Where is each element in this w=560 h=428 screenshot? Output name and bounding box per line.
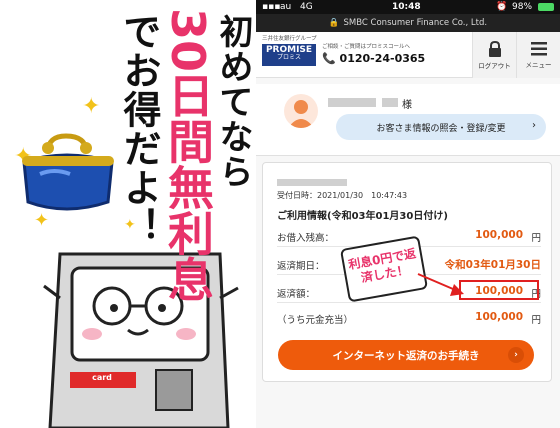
customer-info-label: お客さま情報の照会・登録/変更 <box>376 123 506 134</box>
row-label: 返済額： <box>277 289 316 300</box>
user-icon <box>288 100 314 128</box>
menu-label: メニュー <box>525 60 552 69</box>
phone-icon: 📞 <box>322 52 336 65</box>
clock: 10:48 <box>392 2 421 12</box>
signal-icon: ▪▪▪ <box>262 2 281 12</box>
logout-button[interactable]: ログアウト <box>472 32 516 78</box>
blurred-text <box>277 179 347 186</box>
promo-text-line-1: でお得だよ！ <box>117 12 161 246</box>
phone-screen: ▪▪▪ au 4G 10:48 ⏰ 98% 🔒 SMBC Consumer Fi… <box>256 0 560 428</box>
row-unit: 円 <box>531 315 541 326</box>
sparkle-icon: ✦ <box>82 94 101 119</box>
repayment-button-label: インターネット返済のお手続き <box>332 349 480 362</box>
blurred-name <box>382 98 398 107</box>
lock-icon <box>488 40 501 57</box>
receipt-datetime: 受付日時：2021/01/30 10:47:43 <box>277 191 408 200</box>
menu-button[interactable]: メニュー <box>516 32 560 78</box>
chevron-right-icon: › <box>508 347 524 363</box>
phone-number[interactable]: 📞 0120-24-0365 <box>322 52 425 65</box>
lock-icon: 🔒 <box>328 18 340 28</box>
promise-logo[interactable]: PROMISE プロミス <box>262 44 316 66</box>
battery-percent: 98% <box>512 2 533 12</box>
call-caption: ご相談・ご質問はプロミスコールへ <box>322 44 411 50</box>
url-bar[interactable]: 🔒 SMBC Consumer Finance Co., Ltd. <box>256 14 560 32</box>
usage-info-title: ご利用情報(令和03年01月30日付け) <box>277 211 448 222</box>
row-label: （うち元金充当） <box>277 315 354 326</box>
main-content: 様 お客さま情報の照会・登録/変更 › <box>256 84 560 156</box>
arrow-icon <box>417 273 464 296</box>
carrier-label: au <box>280 2 292 12</box>
user-info-row: 様 お客さま情報の照会・登録/変更 › <box>256 84 560 156</box>
promo-text-line-3: 初めてなら <box>213 14 253 189</box>
logout-label: ログアウト <box>478 61 511 70</box>
battery-icon <box>538 3 554 11</box>
row-label: お借入残高： <box>277 233 335 244</box>
chevron-right-icon: › <box>532 120 536 131</box>
row-label: 返済期日： <box>277 261 325 272</box>
logo-sub-text: プロミス <box>276 54 301 62</box>
status-bar: ▪▪▪ au 4G 10:48 ⏰ 98% <box>256 0 560 14</box>
promo-illustration: ✦ ✦ ✦ ✦ ✦ card でお得だよ！ 30日間無利息 初めてなら <box>0 0 256 428</box>
customer-info-button[interactable]: お客さま情報の照会・登録/変更 › <box>336 114 546 140</box>
group-label: 三井住友銀行グループ <box>262 36 317 42</box>
promo-text-line-2: 30日間無利息 <box>161 8 215 303</box>
hamburger-menu-icon <box>530 41 547 55</box>
internet-repayment-button[interactable]: インターネット返済のお手続き › <box>278 340 534 370</box>
honorific: 様 <box>402 100 412 111</box>
avatar <box>284 94 318 128</box>
card-slot-label: card <box>92 373 112 382</box>
alarm-icon: ⏰ <box>496 2 508 12</box>
site-header: 三井住友銀行グループ PROMISE プロミス ご相談・ご質問はプロミスコールへ… <box>256 32 560 78</box>
network-label: 4G <box>300 2 313 12</box>
phone-number-text: 0120-24-0365 <box>339 52 426 65</box>
row-value: 100,000 <box>475 229 523 241</box>
url-text: SMBC Consumer Finance Co., Ltd. <box>343 18 488 28</box>
table-row: （うち元金充当） 100,000 円 <box>277 307 541 329</box>
row-unit: 円 <box>531 233 541 244</box>
row-value: 100,000 <box>475 311 523 323</box>
coin-purse-icon <box>22 133 114 211</box>
blurred-name <box>328 98 376 107</box>
